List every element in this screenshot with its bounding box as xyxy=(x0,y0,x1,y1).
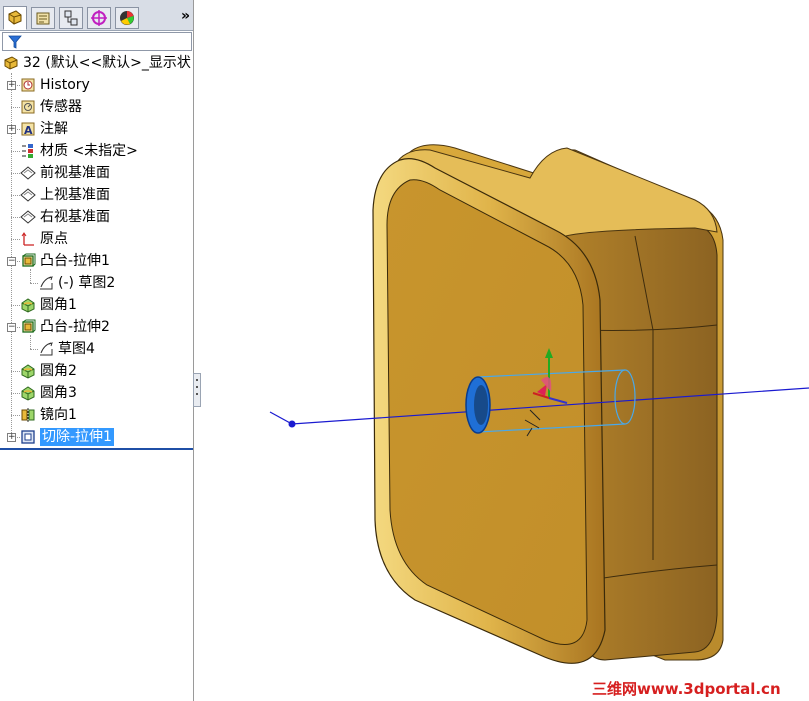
svg-text:A: A xyxy=(24,124,33,137)
tree-item-label: 原点 xyxy=(40,231,68,247)
configurationmanager-tab[interactable] xyxy=(59,7,83,29)
tree-item-label: (-) 草图2 xyxy=(58,275,116,291)
origin-icon xyxy=(20,231,36,247)
fillet-icon xyxy=(20,363,36,379)
tree-item-label: 注解 xyxy=(40,121,68,137)
plane-icon xyxy=(20,209,36,225)
filter-icon xyxy=(8,35,22,49)
tree-item-label: History xyxy=(40,77,90,93)
fillet-icon xyxy=(20,385,36,401)
sensor-icon xyxy=(20,99,36,115)
tree-item-label: 圆角2 xyxy=(40,363,77,379)
history-icon xyxy=(20,77,36,93)
manager-tab-bar: » xyxy=(0,0,193,31)
tree-root-part[interactable]: 32 (默认<<默认>_显示状 xyxy=(3,53,191,73)
plane-icon xyxy=(20,165,36,181)
sketch-icon xyxy=(38,341,54,357)
tree-item-label: 上视基准面 xyxy=(40,187,110,203)
tree-item-label: 切除-拉伸1 xyxy=(40,428,114,446)
tree-item[interactable]: (-) 草图2 xyxy=(38,273,115,293)
display-manager-icon xyxy=(120,11,134,25)
fillet-icon xyxy=(20,297,36,313)
display-manager-tab[interactable] xyxy=(115,7,139,29)
tree-item[interactable]: 原点 xyxy=(20,229,68,249)
tree-item[interactable]: 圆角3 xyxy=(20,383,77,403)
expand-toggle[interactable]: − xyxy=(7,257,16,266)
tree-item[interactable]: History xyxy=(20,75,90,95)
rollback-bar[interactable] xyxy=(0,448,193,450)
tree-item-label: 圆角3 xyxy=(40,385,77,401)
dimxpert-tab[interactable] xyxy=(87,7,111,29)
tree-item-label: 右视基准面 xyxy=(40,209,110,225)
featuremanager-icon xyxy=(8,10,22,25)
tree-item[interactable]: 凸台-拉伸1 xyxy=(20,251,110,271)
tree-item-label: 传感器 xyxy=(40,99,82,115)
tree-item-label: 圆角1 xyxy=(40,297,77,313)
tree-item-label: 前视基准面 xyxy=(40,165,110,181)
tree-item[interactable]: 镜向1 xyxy=(20,405,77,425)
configurationmanager-icon xyxy=(64,10,78,26)
material-icon xyxy=(20,143,36,159)
tree-item[interactable]: 右视基准面 xyxy=(20,207,110,227)
tree-item[interactable]: 草图4 xyxy=(38,339,95,359)
tree-item[interactable]: 材质 <未指定> xyxy=(20,141,138,161)
propertymanager-tab[interactable] xyxy=(31,7,55,29)
annotation-icon: A xyxy=(20,121,36,137)
tree-item[interactable]: 传感器 xyxy=(20,97,82,117)
tree-item-label: 材质 <未指定> xyxy=(40,143,138,159)
tree-item[interactable]: 圆角2 xyxy=(20,361,77,381)
tree-item-label: 镜向1 xyxy=(40,407,77,423)
tree-item-label: 草图4 xyxy=(58,341,95,357)
expand-toggle[interactable]: − xyxy=(7,323,16,332)
tree-item[interactable]: 圆角1 xyxy=(20,295,77,315)
cut-extrude-icon xyxy=(20,429,36,445)
tree-item[interactable]: 切除-拉伸1 xyxy=(20,427,114,447)
model-view xyxy=(269,144,809,664)
tree-item[interactable]: A 注解 xyxy=(20,119,68,139)
boss-extrude-icon xyxy=(20,319,36,335)
tree-item[interactable]: 凸台-拉伸2 xyxy=(20,317,110,337)
expand-toggle[interactable]: + xyxy=(7,433,16,442)
more-tabs-button[interactable]: » xyxy=(181,8,190,24)
feature-manager-panel: » 32 (默认<<默认>_显示状 + History 传感器 + A 注解材质 <未指定>… xyxy=(0,0,194,701)
dimxpert-icon xyxy=(91,10,107,26)
boss-extrude-icon xyxy=(20,253,36,269)
tree-item[interactable]: 上视基准面 xyxy=(20,185,110,205)
featuremanager-tab[interactable] xyxy=(3,6,27,30)
tree-item[interactable]: 前视基准面 xyxy=(20,163,110,183)
tree-item-label: 凸台-拉伸2 xyxy=(40,319,110,335)
plane-icon xyxy=(20,187,36,203)
graphics-area[interactable]: 三维网www.3dportal.cn xyxy=(195,0,809,701)
expand-toggle[interactable]: + xyxy=(7,81,16,90)
propertymanager-icon xyxy=(36,12,50,25)
watermark: 三维网www.3dportal.cn xyxy=(592,680,781,698)
part-icon xyxy=(3,55,19,71)
mirror-icon xyxy=(20,407,36,423)
expand-toggle[interactable]: + xyxy=(7,125,16,134)
tree-root-label: 32 (默认<<默认>_显示状 xyxy=(23,55,191,71)
filter-field[interactable] xyxy=(2,32,192,51)
sketch-icon xyxy=(38,275,54,291)
tree-item-label: 凸台-拉伸1 xyxy=(40,253,110,269)
